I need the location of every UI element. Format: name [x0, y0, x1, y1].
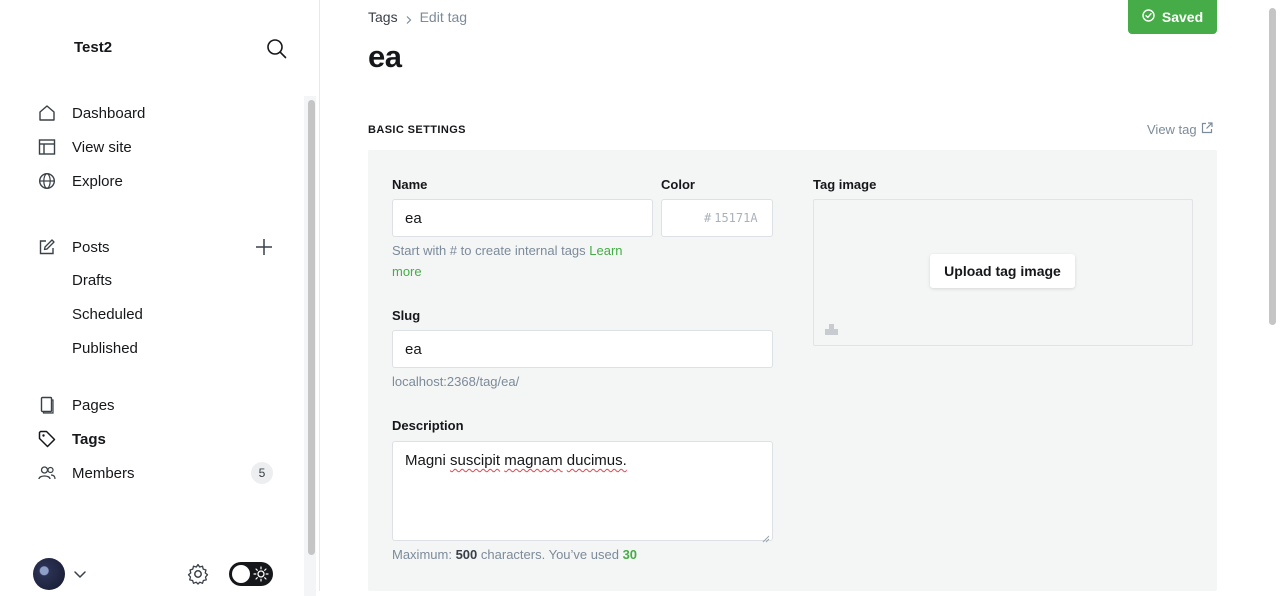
sidebar-item-label: Tags [72, 430, 106, 448]
sidebar-item-label: Dashboard [72, 104, 146, 122]
members-count-badge: 5 [251, 462, 273, 484]
edit-icon [38, 238, 56, 256]
sidebar-item-label: View site [72, 138, 132, 156]
view-tag-link[interactable]: View tag [1147, 122, 1213, 137]
description-word: ducimus. [566, 452, 627, 469]
scrollbar-thumb[interactable] [308, 100, 315, 555]
page-title: ea [368, 39, 402, 74]
check-circle-icon [1142, 9, 1155, 25]
users-icon [38, 464, 56, 482]
external-link-icon [1201, 122, 1213, 137]
name-hint-text: Start with # to create internal tags [392, 243, 586, 258]
learn-more-link-word: Learn [589, 243, 623, 258]
sidebar-item-label: Posts [72, 238, 110, 256]
theme-toggle[interactable] [229, 562, 273, 586]
avatar[interactable] [33, 558, 65, 590]
plus-icon[interactable] [254, 237, 274, 257]
breadcrumb: Tags Edit tag [368, 9, 467, 25]
site-title[interactable]: Test2 [74, 39, 112, 56]
resize-handle-icon[interactable] [762, 530, 770, 543]
breadcrumb-tags-link[interactable]: Tags [368, 9, 398, 25]
slug-url: localhost:2368/tag/ea/ [392, 374, 520, 389]
tag-icon [38, 430, 56, 448]
saved-button[interactable]: Saved [1128, 0, 1217, 34]
upload-tag-image-button[interactable]: Upload tag image [930, 254, 1075, 288]
toggle-knob [232, 565, 250, 583]
sidebar-item-view-site[interactable]: View site [38, 135, 132, 159]
sidebar-item-dashboard[interactable]: Dashboard [38, 101, 145, 125]
sun-icon [253, 566, 269, 582]
description-label: Description [392, 418, 464, 433]
description-word: Magni [405, 452, 446, 469]
sidebar-item-label: Members [72, 464, 135, 482]
scrollbar-thumb[interactable] [1269, 8, 1276, 325]
sidebar-scrollbar[interactable] [304, 96, 316, 596]
tag-image-label: Tag image [813, 177, 877, 192]
gear-icon[interactable] [186, 562, 210, 586]
saved-label: Saved [1161, 9, 1204, 25]
sidebar-item-explore[interactable]: Explore [38, 169, 123, 193]
description-textarea[interactable]: Magni suscipit magnam ducimus. [392, 441, 773, 543]
home-icon [38, 104, 56, 122]
globe-icon [38, 172, 56, 190]
sidebar-item-tags[interactable]: Tags [38, 427, 106, 451]
color-label: Color [661, 177, 695, 192]
slug-label: Slug [392, 308, 421, 323]
description-counter: Maximum: 500 characters. You’ve used 30 [392, 544, 637, 565]
layout-icon [38, 138, 56, 156]
name-hint: Start with # to create internal tags Lea… [392, 240, 652, 282]
sidebar-item-posts[interactable]: Posts [38, 235, 110, 259]
sidebar-item-drafts[interactable]: Drafts [72, 272, 112, 289]
page-icon [38, 396, 56, 414]
breadcrumb-current: Edit tag [419, 9, 468, 25]
image-upload-icon [824, 321, 839, 336]
main-scrollbar[interactable] [1266, 0, 1280, 591]
color-placeholder: 15171A [714, 211, 758, 225]
sidebar-item-published[interactable]: Published [72, 340, 138, 357]
counter-used: 30 [622, 547, 638, 562]
counter-max: 500 [455, 547, 478, 562]
search-icon[interactable] [264, 36, 290, 62]
chevron-down-icon[interactable] [72, 566, 88, 582]
color-input[interactable]: # 15171A [698, 199, 773, 237]
slug-input[interactable]: ea [392, 330, 773, 368]
name-label: Name [392, 177, 428, 192]
description-word: magnam [504, 452, 563, 469]
hash-prefix: # [704, 211, 712, 225]
sidebar-item-pages[interactable]: Pages [38, 393, 115, 417]
sidebar-item-members[interactable]: Members [38, 461, 135, 485]
description-word: suscipit [450, 452, 501, 469]
counter-mid: characters. You’ve used [480, 547, 619, 562]
view-tag-label: View tag [1147, 122, 1197, 137]
section-title: BASIC SETTINGS [368, 124, 466, 136]
name-input[interactable]: ea [392, 199, 653, 237]
counter-prefix: Maximum: [392, 547, 452, 562]
sidebar-item-label: Pages [72, 396, 115, 414]
color-swatch[interactable] [661, 199, 699, 237]
sidebar-item-scheduled[interactable]: Scheduled [72, 306, 143, 323]
chevron-right-icon [404, 12, 414, 24]
learn-more-link-word: more [392, 264, 422, 279]
sidebar: Test2 Dashboard View site Explore Posts … [0, 0, 320, 596]
sidebar-item-label: Explore [72, 172, 123, 190]
